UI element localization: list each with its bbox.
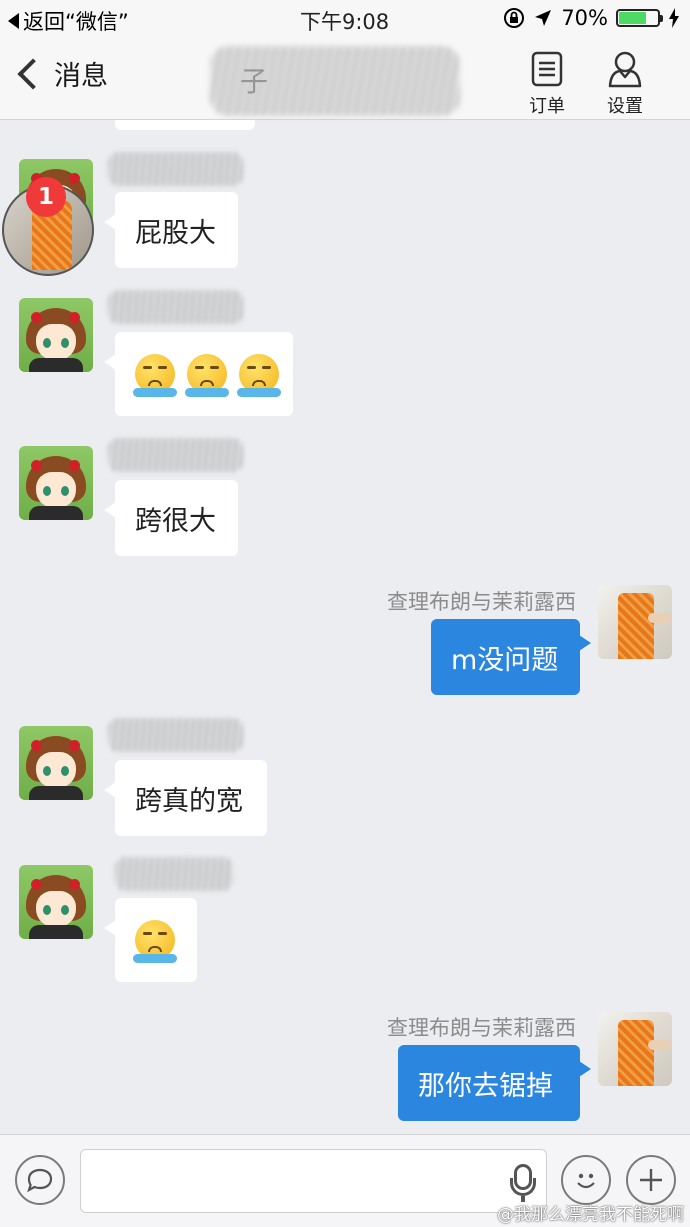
message-text: 那你去锯掉 [418,1070,553,1102]
chat-bubble-button[interactable] [15,1155,65,1205]
own-sender-name: 查理布朗与茉莉露西 [387,1016,576,1040]
charging-bolt-icon [669,8,679,28]
watermark: @我那么漂亮我不能死啊 [497,1205,684,1225]
crying-emoji [237,354,281,397]
sender-name-redacted [108,290,243,324]
chevron-left-icon [17,57,49,90]
back-to-app[interactable]: 返回“微信” [8,6,129,36]
rotation-lock-icon [504,8,525,28]
input-bar: @我那么漂亮我不能死啊 [0,1134,690,1227]
orders-label: 订单 [529,96,565,117]
own-sender-name: 查理布朗与茉莉露西 [387,590,576,614]
emoji-message-bubble[interactable] [104,332,293,416]
status-time: 下午9:08 [300,10,390,34]
contact-avatar[interactable] [19,446,93,520]
unread-badge: 1 [26,177,66,217]
settings-label: 设置 [607,96,643,117]
message-text: m没问题 [451,644,559,676]
back-button[interactable]: 消息 [14,54,108,93]
document-icon [531,51,563,87]
contact-avatar[interactable] [19,865,93,939]
own-avatar[interactable] [598,1012,672,1086]
orders-button[interactable]: 订单 [517,48,577,118]
message-bubble-partial[interactable] [115,120,255,130]
person-icon [608,51,642,88]
message-text: 跨很大 [135,505,216,537]
emoji-button[interactable] [561,1155,611,1205]
sender-name-redacted [115,857,233,891]
outgoing-message-bubble[interactable]: 那你去锯掉 [398,1045,591,1121]
message-input[interactable] [80,1149,547,1213]
sender-name-redacted [108,718,243,752]
sender-name-redacted [108,152,243,186]
message-bubble[interactable]: 屁股大 [104,192,238,268]
outgoing-message-bubble[interactable]: m没问题 [431,619,591,695]
back-label: 消息 [54,61,108,92]
contact-avatar[interactable] [19,298,93,372]
crying-emoji [185,354,229,397]
sender-name-redacted [108,438,243,472]
crying-emoji [133,354,177,397]
message-text: 屁股大 [135,217,216,249]
own-avatar[interactable] [598,585,672,659]
back-triangle-icon [8,13,19,29]
chat-bubble-icon [27,1168,53,1193]
smiley-icon [577,1173,595,1189]
back-app-label: 返回“微信” [23,10,129,34]
location-arrow-icon [535,10,552,26]
crying-emoji [133,920,177,963]
chat-title: 子 [240,65,269,98]
settings-button[interactable]: 设置 [595,48,655,118]
status-right: 70% [503,6,680,30]
nav-bar: 消息 子 订单 设置 [0,38,690,120]
plus-icon [640,1169,662,1191]
message-bubble[interactable]: 跨真的宽 [104,760,267,836]
emoji-message-bubble[interactable] [104,898,197,982]
chat-area[interactable]: 1 屁股大 跨很大 查理布朗与茉莉露西 m没问题 跨真的宽 查理布朗与茉莉露西 … [0,120,690,1134]
message-text: 跨真的宽 [135,785,243,817]
contact-avatar[interactable] [19,726,93,800]
more-button[interactable] [626,1155,676,1205]
message-bubble[interactable]: 跨很大 [104,480,238,556]
battery-icon [616,9,663,27]
status-bar: 返回“微信” 下午9:08 70% [0,0,690,38]
battery-percent: 70% [561,6,608,30]
